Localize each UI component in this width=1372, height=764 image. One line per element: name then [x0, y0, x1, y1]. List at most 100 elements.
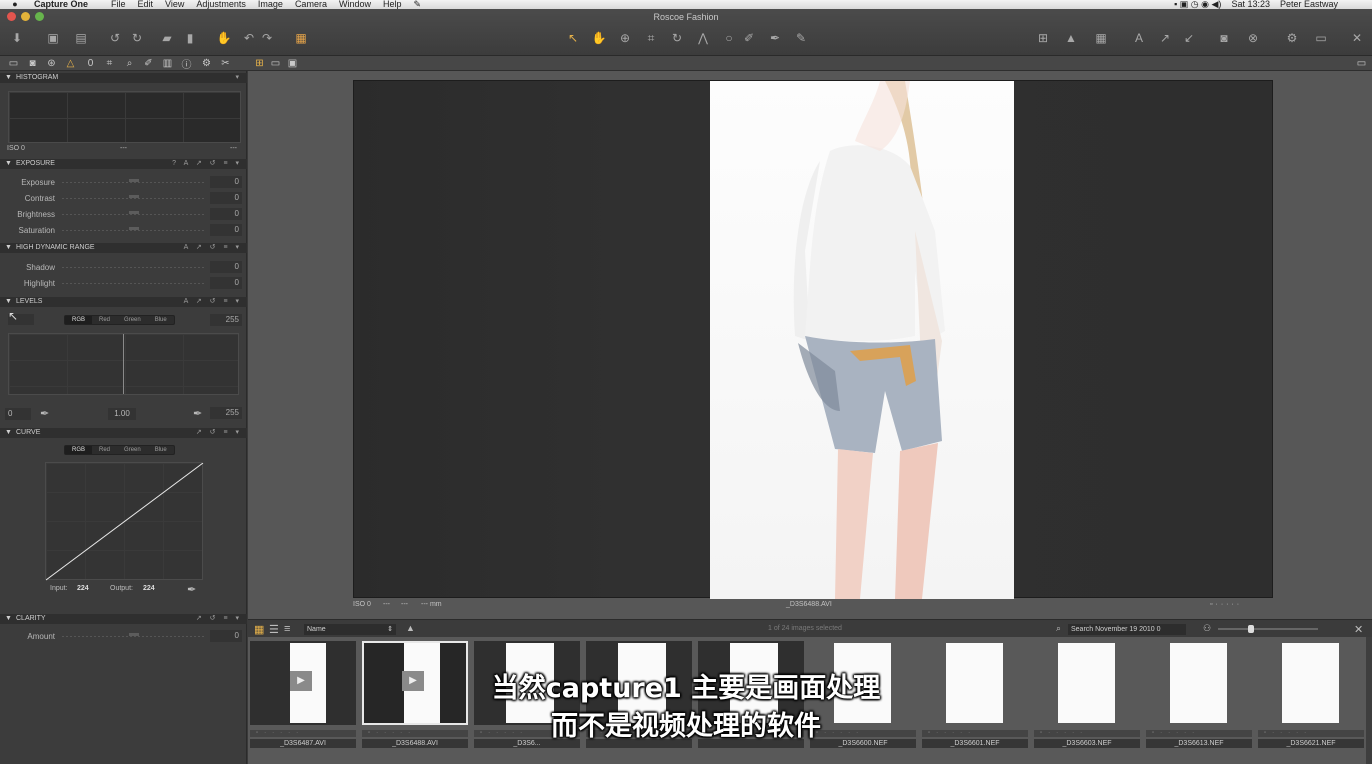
exposure-slider-row[interactable]: Exposure 0: [0, 176, 247, 190]
color-tab-icon[interactable]: ⊛: [45, 57, 58, 70]
slider-track[interactable]: [62, 283, 204, 284]
tools-icon[interactable]: ✕: [1354, 623, 1363, 636]
menu-image[interactable]: Image: [255, 0, 292, 9]
menu-file[interactable]: File: [108, 0, 135, 9]
detail-view-icon[interactable]: ≡: [284, 623, 290, 635]
thumbnail[interactable]: ▫····· _D3S6613.NEF: [1146, 641, 1252, 748]
menu-view[interactable]: View: [162, 0, 193, 9]
slider-track[interactable]: [62, 230, 204, 231]
thumb-rating[interactable]: ▫·····: [362, 730, 468, 737]
channel-red[interactable]: Red: [92, 446, 117, 454]
preferences-icon[interactable]: ⚙: [1283, 29, 1301, 47]
sort-direction-icon[interactable]: ▲: [406, 623, 415, 633]
rotate-left-icon[interactable]: ↺: [106, 29, 124, 47]
black-picker-icon[interactable]: ✒: [40, 407, 49, 420]
contrast-slider-row[interactable]: Contrast 0: [0, 192, 247, 206]
search-input[interactable]: Search November 19 2010 0: [1068, 624, 1186, 635]
reset-icon[interactable]: ⊗: [1244, 29, 1262, 47]
select-cursor-icon[interactable]: ↖: [564, 29, 582, 47]
thumb-rating[interactable]: ▫·····: [1034, 730, 1140, 737]
histogram-header[interactable]: ▼ HISTOGRAM ▾: [0, 73, 247, 83]
collapse-icon[interactable]: ▼: [5, 73, 12, 83]
white-picker-icon[interactable]: ✒: [193, 407, 202, 420]
slider-track[interactable]: [62, 267, 204, 268]
copy-adjust-icon[interactable]: ↗: [1156, 29, 1174, 47]
single-view-icon[interactable]: ▭: [269, 57, 282, 70]
amount-slider-row[interactable]: Amount 0: [0, 630, 247, 644]
adjust-tab-icon[interactable]: ▥: [161, 57, 174, 70]
apple-icon[interactable]: ●: [0, 0, 30, 9]
grid-icon[interactable]: ⊞: [1034, 29, 1052, 47]
library-tab-icon[interactable]: ▭: [7, 57, 20, 70]
saturation-slider-row[interactable]: Saturation 0: [0, 224, 247, 238]
channel-rgb[interactable]: RGB: [65, 446, 93, 454]
thumb-rating[interactable]: ▫·····: [698, 730, 804, 737]
menu-adjustments[interactable]: Adjustments: [193, 0, 255, 9]
thumb-rating[interactable]: ▫·····: [250, 730, 356, 737]
app-menu[interactable]: Capture One: [30, 0, 108, 9]
thumb-size-slider[interactable]: [1218, 625, 1318, 633]
slider-knob[interactable]: [129, 227, 139, 230]
thumbnail[interactable]: ▶ ▫····· _D3S6487.AVI: [250, 641, 356, 748]
thumbnails-view-icon[interactable]: ⊞: [253, 57, 266, 70]
zoom-slider-icon[interactable]: ▭: [1355, 57, 1368, 70]
slider-knob[interactable]: [129, 211, 139, 214]
capture-tab-icon[interactable]: ◙: [26, 57, 39, 70]
focus-tab-icon[interactable]: ⌕: [123, 57, 136, 70]
panel-controls-icon[interactable]: A ↗ ↺ ≡ ▾: [184, 243, 242, 253]
collapse-icon[interactable]: ▼: [5, 614, 12, 624]
panel-controls-icon[interactable]: ? A ↗ ↺ ≡ ▾: [172, 159, 242, 169]
exposure-tab-icon[interactable]: △: [64, 57, 77, 70]
levels-graph[interactable]: [8, 333, 239, 395]
slider-knob[interactable]: [1248, 625, 1254, 633]
picker-icon[interactable]: ✒: [766, 29, 784, 47]
thumbnail[interactable]: ▫····· _D3S6601.NEF: [922, 641, 1028, 748]
menubar-clock[interactable]: Sat 13:23: [1231, 0, 1270, 9]
focus-mask-icon[interactable]: ▦: [1092, 29, 1110, 47]
output-icon[interactable]: ▤: [72, 29, 90, 47]
clarity-header[interactable]: ▼ CLARITY ↗ ↺ ≡ ▾: [0, 614, 247, 624]
thumbnail[interactable]: ▫····· _D3S6621.NEF: [1258, 641, 1364, 748]
rating-dots[interactable]: ▫·····: [1210, 601, 1242, 608]
thumbnail[interactable]: ▫····· _D3S6600.NEF: [810, 641, 916, 748]
local-adjust-tab-icon[interactable]: ✐: [142, 57, 155, 70]
import-icon[interactable]: ⬇: [8, 29, 26, 47]
levels-gamma[interactable]: 1.00: [108, 408, 136, 420]
slider-value[interactable]: 0: [210, 224, 242, 236]
panel-controls-icon[interactable]: ↗ ↺ ≡ ▾: [196, 614, 242, 624]
slider-track[interactable]: [62, 198, 204, 199]
redo-icon[interactable]: ↷: [258, 29, 276, 47]
curve-line[interactable]: [46, 463, 204, 581]
menu-edit[interactable]: Edit: [135, 0, 163, 9]
curve-picker-icon[interactable]: ✒: [187, 583, 196, 596]
curve-header[interactable]: ▼ CURVE ↗ ↺ ≡ ▾: [0, 428, 247, 438]
apply-icon[interactable]: ✎: [792, 29, 810, 47]
camera-icon[interactable]: ◙: [1215, 29, 1233, 47]
brightness-slider-row[interactable]: Brightness 0: [0, 208, 247, 222]
thumbnail[interactable]: ▫····· _D3S6...: [474, 641, 580, 748]
photo-frame[interactable]: [353, 80, 1273, 599]
levels-header[interactable]: ▼ LEVELS A ↗ ↺ ≡ ▾: [0, 297, 247, 307]
slider-value[interactable]: 0: [210, 630, 242, 642]
thumb-rating[interactable]: ▫·····: [810, 730, 916, 737]
levels-high-row[interactable]: 255: [0, 314, 247, 328]
curve-graph[interactable]: [45, 462, 204, 581]
trash-icon[interactable]: ▮: [181, 29, 199, 47]
brush-icon[interactable]: ✐: [740, 29, 758, 47]
slider-value[interactable]: 0: [210, 176, 242, 188]
menubar-user[interactable]: Peter Eastway: [1280, 0, 1338, 9]
thumbnail-selected[interactable]: ▶ ▫····· _D3S6488.AVI: [362, 641, 468, 748]
pan-icon[interactable]: ✋: [590, 29, 608, 47]
stack-icon[interactable]: ▦: [292, 29, 310, 47]
thumb-rating[interactable]: ▫·····: [1146, 730, 1252, 737]
status-icons[interactable]: ▪ ▣ ◷ ◉ ◀): [1174, 0, 1221, 9]
browser-scrollbar[interactable]: [1366, 637, 1372, 764]
highlight-slider-row[interactable]: Highlight 0: [0, 277, 247, 291]
rotate-icon[interactable]: ↻: [668, 29, 686, 47]
slider-track[interactable]: [62, 182, 204, 183]
thumb-rating[interactable]: ▫·····: [1258, 730, 1364, 737]
undo-icon[interactable]: ↶: [240, 29, 258, 47]
slider-knob[interactable]: [129, 179, 139, 182]
menu-window[interactable]: Window: [336, 0, 380, 9]
channel-green[interactable]: Green: [117, 446, 148, 454]
